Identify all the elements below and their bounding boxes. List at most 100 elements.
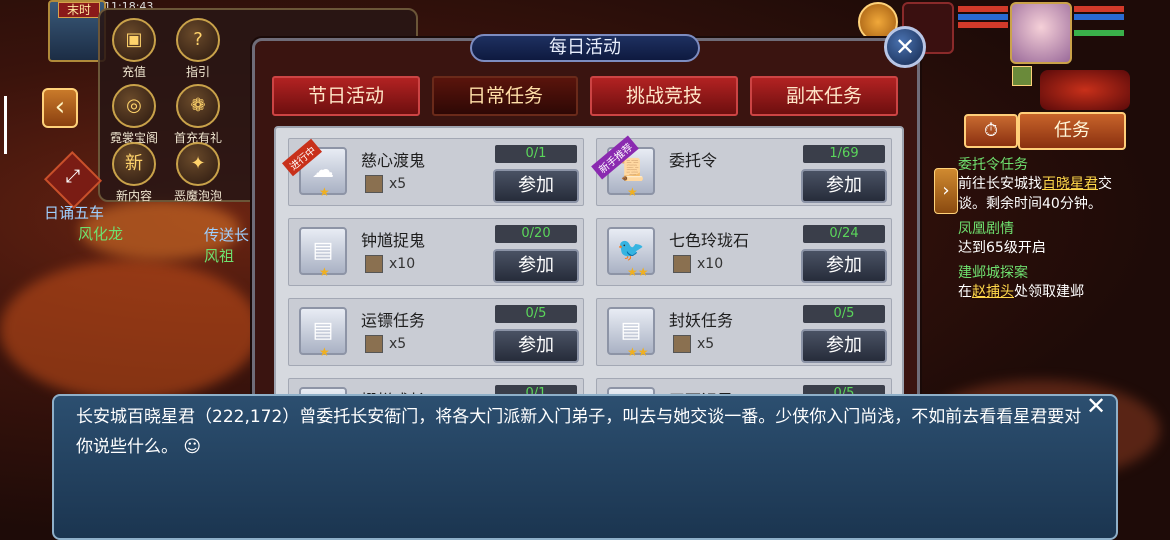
activity-reward: x10 xyxy=(365,255,415,273)
close-icon: ✕ xyxy=(894,33,916,61)
join-button[interactable]: 参加 xyxy=(493,169,579,203)
reward-icon xyxy=(365,255,383,273)
task-tab[interactable]: 任务 xyxy=(1018,112,1126,150)
join-button[interactable]: 参加 xyxy=(493,329,579,363)
reward-count: x5 xyxy=(389,176,407,192)
tab-challenge[interactable]: 挑战竞技 xyxy=(590,76,738,116)
expand-icon: ⤢ xyxy=(65,166,81,187)
npc-dialog-text: 长安城百晓星君（222,172）曾委托长安衙门，将各大门派新入门弟子，叫去与她交… xyxy=(76,402,1096,462)
emoji-icon: ☺ xyxy=(178,437,202,457)
hp-bar xyxy=(958,6,1008,12)
task-collapse-button[interactable]: › xyxy=(934,168,958,214)
activity-list[interactable]: ☁ 进行中 ★ 慈心渡鬼 x5 0/1 参加 📜 新手推荐 ★ 委托令 1/69… xyxy=(274,126,904,398)
dialog-message: 长安城百晓星君（222,172）曾委托长安衙门，将各大门派新入门弟子，叫去与她交… xyxy=(76,407,1082,457)
collapse-left-button[interactable]: ‹ xyxy=(42,88,78,128)
activity-name: 七色玲珑石 xyxy=(669,231,750,250)
reward-icon xyxy=(673,335,691,353)
reward-count: x5 xyxy=(389,336,407,352)
task-item[interactable]: 委托令任务 前往长安城找百晓星君交谈。剩余时间40分钟。 xyxy=(958,154,1118,214)
map-npc[interactable]: 日诵五车 风化龙 xyxy=(44,202,123,244)
activity-name: 委托令 xyxy=(669,151,718,170)
new-content-icon: 新 xyxy=(112,142,156,186)
activity-name: 钟馗捉鬼 xyxy=(361,231,426,250)
reward-icon xyxy=(365,175,383,193)
reward-count: x10 xyxy=(697,256,724,272)
activity-name: 慈心渡鬼 xyxy=(361,151,426,170)
activity-name: 运镖任务 xyxy=(361,311,426,330)
reward-icon xyxy=(365,335,383,353)
task-item[interactable]: 建邺城探案 在赵捕头处领取建邺 xyxy=(958,262,1118,302)
join-button[interactable]: 参加 xyxy=(493,249,579,283)
task-link[interactable]: 百晓星君 xyxy=(1042,176,1098,192)
activity-name: 封妖任务 xyxy=(669,311,734,330)
task-desc: 在赵捕头处领取建邺 xyxy=(958,282,1118,302)
tab-daily[interactable]: 日常任务 xyxy=(432,76,578,116)
difficulty-stars: ★ xyxy=(627,185,638,199)
npc-title: 传送长 xyxy=(204,226,250,244)
difficulty-stars: ★ xyxy=(319,265,330,279)
npc-name: 风化龙 xyxy=(78,225,124,243)
join-button[interactable]: 参加 xyxy=(801,329,887,363)
difficulty-stars: ★ xyxy=(319,345,330,359)
treasure-chest-icon: ▣ xyxy=(112,18,156,62)
pet-hp-bar xyxy=(958,22,1008,28)
shortcut-label: 恶魔泡泡 xyxy=(173,189,222,203)
activity-card: ▤ ★ 钟馗捉鬼 x10 0/20 参加 xyxy=(288,218,584,286)
npc-name: 风祖 xyxy=(204,247,235,265)
shortcut-shop[interactable]: ◎ 霓裳宝阁 xyxy=(104,84,164,146)
activity-progress: 0/5 xyxy=(803,305,885,323)
chevron-left-icon: ‹ xyxy=(54,92,66,122)
task-title: 委托令任务 xyxy=(958,157,1028,173)
shortcut-guide[interactable]: ? 指引 xyxy=(168,18,228,80)
difficulty-stars: ★ xyxy=(319,185,330,199)
task-desc-text: 前往长安城找 xyxy=(958,176,1042,192)
demon-bubble-icon: ✦ xyxy=(176,142,220,186)
map-npc[interactable]: 传送长 风祖 xyxy=(204,224,249,266)
activity-progress: 0/20 xyxy=(495,225,577,243)
dialog-title: 每日活动 xyxy=(470,34,700,62)
task-desc: 前往长安城找百晓星君交谈。剩余时间40分钟。 xyxy=(958,174,1118,214)
join-button[interactable]: 参加 xyxy=(801,249,887,283)
chevron-right-icon: › xyxy=(942,180,950,201)
difficulty-stars: ★★ xyxy=(627,265,649,279)
task-list: 委托令任务 前往长安城找百晓星君交谈。剩余时间40分钟。 凤凰剧情 达到65级开… xyxy=(958,150,1118,330)
mp-bar xyxy=(958,14,1008,20)
activity-reward: x5 xyxy=(673,335,714,353)
timer-icon: ⏱ xyxy=(983,120,999,141)
task-title: 建邺城探案 xyxy=(958,265,1028,281)
activity-card: ▤ ★★ 封妖任务 x5 0/5 参加 xyxy=(596,298,892,366)
task-desc-text: 在 xyxy=(958,284,972,300)
timer-tab[interactable]: ⏱ xyxy=(964,114,1018,148)
activity-card: 📜 新手推荐 ★ 委托令 1/69 参加 xyxy=(591,135,892,206)
shortcut-label: 充值 xyxy=(121,65,146,79)
gift-pile-icon[interactable] xyxy=(1040,70,1130,110)
shortcut-label: 指引 xyxy=(185,65,210,79)
dialog-close-button[interactable]: ✕ xyxy=(884,26,926,68)
scroll-icon: ? xyxy=(176,18,220,62)
shortcut-demon-bubble[interactable]: ✦ 恶魔泡泡 xyxy=(168,142,228,204)
edge-handle xyxy=(4,96,7,154)
reward-count: x5 xyxy=(697,336,715,352)
activity-card: ☁ 进行中 ★ 慈心渡鬼 x5 0/1 参加 xyxy=(281,138,584,206)
task-link[interactable]: 赵捕头 xyxy=(972,284,1014,300)
tab-dungeon[interactable]: 副本任务 xyxy=(750,76,898,116)
player-exp-bar xyxy=(1074,30,1124,36)
shortcut-new-content[interactable]: 新新内容 xyxy=(104,142,164,204)
activity-progress: 1/69 xyxy=(803,145,885,163)
player-avatar[interactable] xyxy=(1010,2,1072,64)
task-title: 凤凰剧情 xyxy=(958,221,1014,237)
activity-progress: 0/24 xyxy=(803,225,885,243)
level-icon[interactable] xyxy=(1012,66,1032,86)
shortcut-first-recharge[interactable]: ❁ 首充有礼 xyxy=(168,84,228,146)
shortcut-recharge[interactable]: ▣ 充值 xyxy=(104,18,164,80)
task-desc-text: 处领取建邺 xyxy=(1014,284,1084,300)
join-button[interactable]: 参加 xyxy=(801,169,887,203)
reward-count: x10 xyxy=(389,256,416,272)
tab-festival[interactable]: 节日活动 xyxy=(272,76,420,116)
reward-icon xyxy=(673,255,691,273)
activity-reward: x5 xyxy=(365,335,406,353)
activity-card: 🐦 ★★ 七色玲珑石 x10 0/24 参加 xyxy=(596,218,892,286)
first-recharge-icon: ❁ xyxy=(176,84,220,128)
time-period-badge: 末时 xyxy=(58,2,100,18)
task-item[interactable]: 凤凰剧情 达到65级开启 xyxy=(958,218,1118,258)
